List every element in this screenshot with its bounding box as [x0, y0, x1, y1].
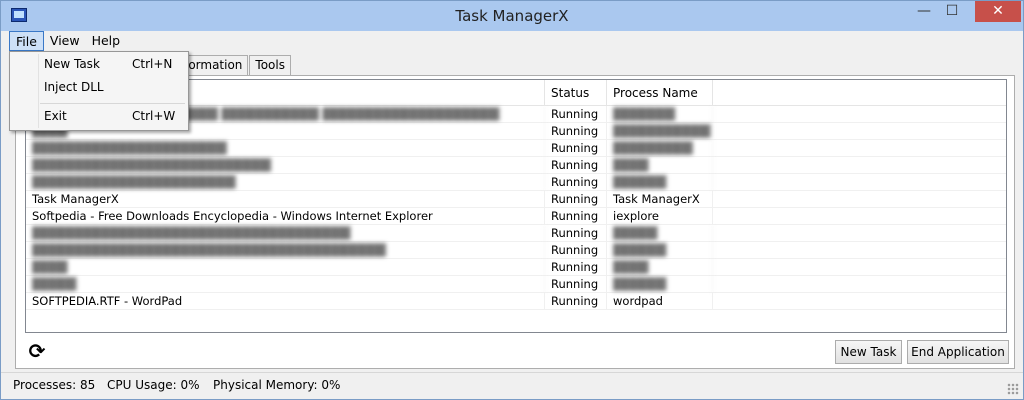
table-row[interactable]: ▓▓▓▓▓▓▓▓▓▓▓▓▓▓▓▓▓▓▓▓▓▓▓ Running ▓▓▓▓▓▓	[26, 174, 1006, 191]
status-bar: Processes: 85 CPU Usage: 0% Physical Mem…	[1, 372, 1023, 399]
menu-bar: File View Help	[9, 31, 126, 51]
end-application-button[interactable]: End Application	[907, 340, 1009, 364]
row-title: ▓▓▓▓▓▓▓▓▓▓▓▓▓▓▓▓▓▓▓▓▓▓	[26, 140, 545, 157]
menu-item-shortcut: Ctrl+N	[132, 57, 173, 71]
row-process: ▓▓▓▓▓▓▓	[607, 106, 713, 123]
row-title: ▓▓▓▓▓▓▓▓▓▓▓▓▓▓▓▓▓▓▓▓▓▓▓▓▓▓▓	[26, 157, 545, 174]
row-title: ▓▓▓▓▓▓▓▓▓▓▓▓▓▓▓▓▓▓▓▓▓▓▓▓▓▓▓▓▓▓▓▓▓▓▓▓	[26, 225, 545, 242]
row-title: Softpedia - Free Downloads Encyclopedia …	[26, 208, 545, 225]
menu-help[interactable]: Help	[86, 31, 127, 51]
row-process: iexplore	[607, 208, 713, 225]
table-row[interactable]: ▓▓▓▓▓ Running ▓▓▓▓▓▓	[26, 276, 1006, 293]
row-title: SOFTPEDIA.RTF - WordPad	[26, 293, 545, 310]
row-status: Running	[545, 276, 607, 293]
window-title: Task ManagerX	[455, 7, 569, 25]
row-process: ▓▓▓▓▓▓	[607, 174, 713, 191]
table-row[interactable]: ▓▓▓▓▓▓▓▓▓▓▓▓▓▓▓▓▓▓▓▓▓▓ Running ▓▓▓▓▓▓▓▓▓	[26, 140, 1006, 157]
processes-count: Processes: 85	[13, 378, 96, 392]
row-status: Running	[545, 259, 607, 276]
row-title: ▓▓▓▓	[26, 259, 545, 276]
cpu-usage: CPU Usage: 0%	[107, 378, 200, 392]
app-window: Task ManagerX — ☐ ✕ File View Help ance …	[0, 0, 1024, 400]
menu-item-label: Inject DLL	[44, 80, 104, 94]
column-header-status[interactable]: Status	[545, 80, 607, 106]
row-title: ▓▓▓▓▓▓▓▓▓▓▓▓▓▓▓▓▓▓▓▓▓▓▓▓▓▓▓▓▓▓▓▓▓▓▓▓▓▓▓▓	[26, 242, 545, 259]
row-status: Running	[545, 191, 607, 208]
row-process: ▓▓▓▓	[607, 157, 713, 174]
title-bar[interactable]: Task ManagerX — ☐ ✕	[1, 1, 1023, 31]
resize-grip-icon[interactable]	[1007, 383, 1019, 395]
column-header-process[interactable]: Process Name	[607, 80, 713, 106]
menu-view[interactable]: View	[44, 31, 86, 51]
physical-memory: Physical Memory: 0%	[213, 378, 341, 392]
list-rows: ▓▓▓▓▓▓▓▓▓▓▓▓▓▓▓▓▓▓▓▓▓ ▓▓▓▓▓▓▓▓▓▓▓ ▓▓▓▓▓▓…	[26, 106, 1006, 310]
table-row[interactable]: Task ManagerX Running Task ManagerX	[26, 191, 1006, 208]
table-row[interactable]: ▓▓▓▓▓▓▓▓▓▓▓▓▓▓▓▓▓▓▓▓▓▓▓▓▓▓▓▓▓▓▓▓▓▓▓▓▓▓▓▓…	[26, 242, 1006, 259]
new-task-button[interactable]: New Task	[835, 340, 902, 364]
menu-item-exit[interactable]: Exit Ctrl+W	[11, 106, 187, 128]
table-row[interactable]: ▓▓▓▓▓▓▓▓▓▓▓▓▓▓▓▓▓▓▓▓▓▓▓▓▓▓▓ Running ▓▓▓▓	[26, 157, 1006, 174]
file-menu-dropdown: New Task Ctrl+N Inject DLL Exit Ctrl+W	[9, 51, 189, 131]
row-process: wordpad	[607, 293, 713, 310]
close-button[interactable]: ✕	[975, 1, 1021, 22]
row-status: Running	[545, 242, 607, 259]
row-process: ▓▓▓▓	[607, 259, 713, 276]
row-title: ▓▓▓▓▓▓▓▓▓▓▓▓▓▓▓▓▓▓▓▓▓▓▓	[26, 174, 545, 191]
row-status: Running	[545, 174, 607, 191]
row-status: Running	[545, 123, 607, 140]
tab-tools[interactable]: Tools	[249, 55, 291, 75]
refresh-icon[interactable]: ⟳	[26, 340, 48, 362]
row-process: ▓▓▓▓▓▓▓▓▓▓▓	[607, 123, 713, 140]
menu-separator	[40, 103, 185, 104]
row-process: ▓▓▓▓▓▓▓▓▓	[607, 140, 713, 157]
menu-item-inject-dll[interactable]: Inject DLL	[11, 77, 187, 99]
row-title: Task ManagerX	[26, 191, 545, 208]
table-row[interactable]: Softpedia - Free Downloads Encyclopedia …	[26, 208, 1006, 225]
menu-item-label: New Task	[44, 57, 100, 71]
menu-file[interactable]: File	[9, 31, 44, 51]
row-status: Running	[545, 140, 607, 157]
row-process: ▓▓▓▓▓▓	[607, 276, 713, 293]
table-row[interactable]: ▓▓▓▓ Running ▓▓▓▓	[26, 259, 1006, 276]
menu-item-shortcut: Ctrl+W	[132, 109, 176, 123]
row-process: ▓▓▓▓▓▓	[607, 242, 713, 259]
row-status: Running	[545, 106, 607, 123]
row-status: Running	[545, 157, 607, 174]
row-process: Task ManagerX	[607, 191, 713, 208]
menu-item-new-task[interactable]: New Task Ctrl+N	[11, 54, 187, 76]
table-row[interactable]: ▓▓▓▓▓▓▓▓▓▓▓▓▓▓▓▓▓▓▓▓▓▓▓▓▓▓▓▓▓▓▓▓▓▓▓▓ Runn…	[26, 225, 1006, 242]
row-status: Running	[545, 225, 607, 242]
row-process: ▓▓▓▓▓	[607, 225, 713, 242]
maximize-button[interactable]: ☐	[939, 1, 965, 22]
row-status: Running	[545, 293, 607, 310]
table-row[interactable]: SOFTPEDIA.RTF - WordPad Running wordpad	[26, 293, 1006, 310]
minimize-button[interactable]: —	[911, 1, 937, 22]
menu-item-label: Exit	[44, 109, 67, 123]
row-title: ▓▓▓▓▓	[26, 276, 545, 293]
row-status: Running	[545, 208, 607, 225]
